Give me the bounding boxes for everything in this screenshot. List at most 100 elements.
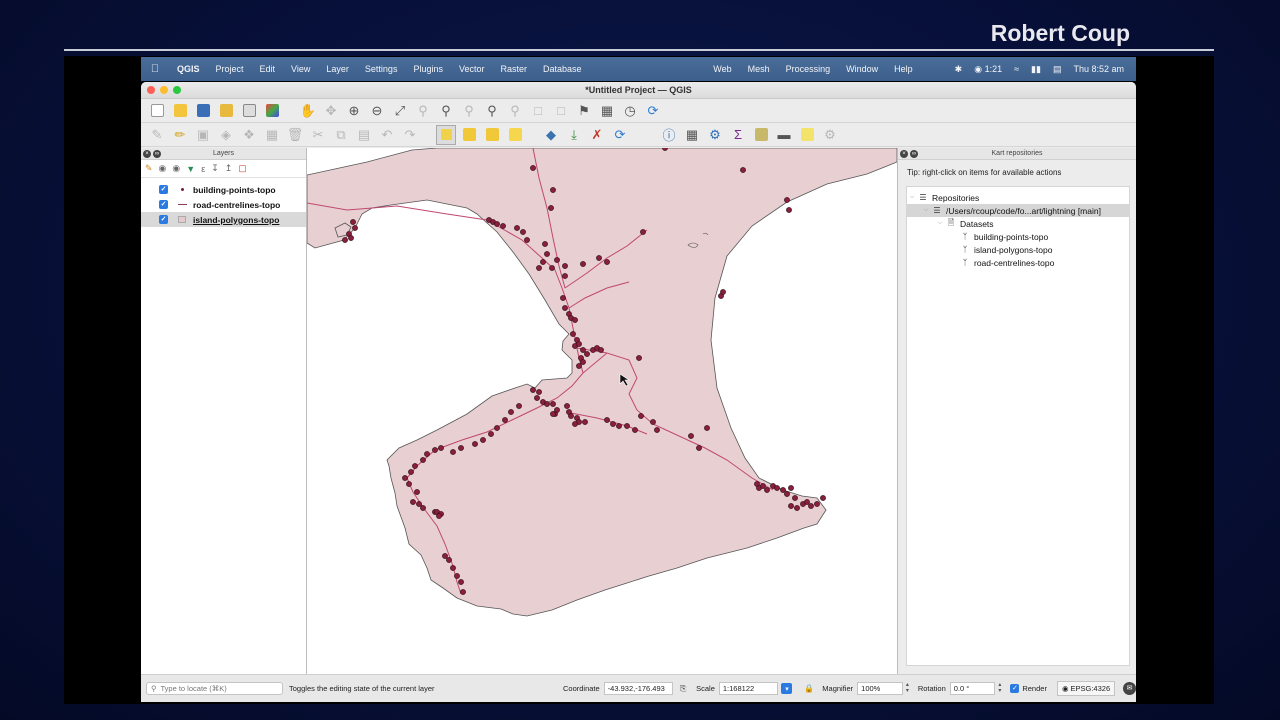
processing-toolbox-icon[interactable]: ⚙ bbox=[705, 125, 725, 145]
menu-layer[interactable]: Layer bbox=[318, 64, 357, 74]
add-group-icon[interactable]: ◉ bbox=[159, 163, 167, 174]
copy-features-icon[interactable]: ⧉ bbox=[331, 125, 351, 145]
expand-all-icon[interactable]: ↧ bbox=[211, 163, 219, 174]
tree-repo-item[interactable]: ⌵ ☰ /Users/rcoup/code/fo...art/lightning… bbox=[907, 204, 1129, 217]
undo-icon[interactable]: ↶ bbox=[377, 125, 397, 145]
cut-features-icon[interactable]: ✂ bbox=[308, 125, 328, 145]
measure-icon[interactable]: ▬ bbox=[774, 125, 794, 145]
zoom-out-icon[interactable]: ⊖ bbox=[367, 101, 387, 121]
zoom-native-icon[interactable]: ⚲ bbox=[459, 101, 479, 121]
kart-icon[interactable]: ✗ bbox=[587, 125, 607, 145]
remove-layer-icon[interactable]: ▢ bbox=[238, 163, 247, 174]
save-as-icon[interactable] bbox=[216, 101, 236, 121]
close-icon[interactable]: × bbox=[900, 150, 908, 158]
new-3d-view-icon[interactable]: □ bbox=[551, 101, 571, 121]
tree-dataset-item[interactable]: ᛉ building-points-topo bbox=[907, 230, 1129, 243]
layer-item-building-points[interactable]: ✓ building-points-topo bbox=[141, 182, 306, 197]
sync-icon[interactable]: ⟳ bbox=[610, 125, 630, 145]
identify-icon[interactable]: ⓘ bbox=[659, 125, 679, 145]
vertex-tool-icon[interactable]: ❖ bbox=[239, 125, 259, 145]
zoom-in-icon[interactable]: ⊕ bbox=[344, 101, 364, 121]
current-edits-icon[interactable]: ✎ bbox=[147, 125, 167, 145]
pan-to-selection-icon[interactable]: ✥ bbox=[321, 101, 341, 121]
tree-dataset-item[interactable]: ᛉ island-polygons-topo bbox=[907, 243, 1129, 256]
map-tips-icon[interactable] bbox=[751, 125, 771, 145]
menu-settings[interactable]: Settings bbox=[357, 64, 406, 74]
rotation-field[interactable]: 0.0 ° bbox=[949, 682, 996, 695]
menu-view[interactable]: View bbox=[283, 64, 318, 74]
magnifier-field[interactable]: 100% bbox=[857, 682, 903, 695]
menubar-clock[interactable]: Thu 8:52 am bbox=[1067, 64, 1130, 74]
menu-project[interactable]: Project bbox=[208, 64, 252, 74]
tree-root-repositories[interactable]: ⌵ ☰ Repositories bbox=[907, 191, 1129, 204]
layer-visibility-checkbox[interactable]: ✓ bbox=[159, 215, 168, 224]
chevron-down-icon[interactable]: ⌵ bbox=[907, 194, 917, 201]
statistics-icon[interactable]: Σ bbox=[728, 125, 748, 145]
menu-mesh[interactable]: Mesh bbox=[740, 64, 778, 74]
refresh-icon[interactable]: ⟳ bbox=[643, 101, 663, 121]
layer-item-island-polygons[interactable]: ✓ island-polygons-topo bbox=[141, 212, 306, 227]
deselect-all-icon[interactable] bbox=[505, 125, 525, 145]
app-menu[interactable]: QGIS bbox=[169, 64, 208, 74]
annotation-icon[interactable] bbox=[797, 125, 817, 145]
show-bookmarks-icon[interactable]: ▦ bbox=[597, 101, 617, 121]
messages-icon[interactable]: ✉ bbox=[1123, 682, 1136, 695]
locator-search-input[interactable]: ⚲ Type to locate (⌘K) bbox=[146, 682, 284, 695]
style-icon[interactable]: ✎ bbox=[145, 163, 153, 174]
python-console-icon[interactable]: ◆ bbox=[541, 125, 561, 145]
menu-help[interactable]: Help bbox=[886, 64, 921, 74]
map-svg[interactable] bbox=[307, 148, 897, 674]
control-center-icon[interactable]: ▤ bbox=[1047, 64, 1068, 75]
menu-plugins[interactable]: Plugins bbox=[405, 64, 451, 74]
layer-visibility-checkbox[interactable]: ✓ bbox=[159, 185, 168, 194]
apple-icon[interactable]:  bbox=[141, 63, 169, 75]
menu-database[interactable]: Database bbox=[535, 64, 590, 74]
paste-features-icon[interactable]: ▤ bbox=[354, 125, 374, 145]
tree-datasets-folder[interactable]: ⌵ 🗎 Datasets bbox=[907, 217, 1129, 230]
screen-recording-status[interactable]: ◉ 1:21 bbox=[968, 64, 1008, 75]
save-edits-icon[interactable]: ▣ bbox=[193, 125, 213, 145]
menu-processing[interactable]: Processing bbox=[778, 64, 839, 74]
layer-visibility-checkbox[interactable]: ✓ bbox=[159, 200, 168, 209]
filter-expression-icon[interactable]: ε bbox=[201, 164, 205, 174]
zoom-last-icon[interactable]: ⚲ bbox=[482, 101, 502, 121]
crs-button[interactable]: ◉ EPSG:4326 bbox=[1056, 681, 1116, 696]
zoom-next-icon[interactable]: ⚲ bbox=[505, 101, 525, 121]
rotation-stepper[interactable]: ▴ ▾ bbox=[995, 682, 1004, 695]
menu-window[interactable]: Window bbox=[838, 64, 886, 74]
manage-visibility-icon[interactable]: ◉ bbox=[172, 163, 180, 174]
toggle-editing-icon[interactable]: ✏ bbox=[170, 125, 190, 145]
zoom-selection-icon[interactable]: ⚲ bbox=[413, 101, 433, 121]
pan-hand-icon[interactable]: ✋ bbox=[298, 101, 318, 121]
coordinate-field[interactable]: -43.932,-176.493 bbox=[603, 682, 674, 695]
chevron-down-icon[interactable]: ⌵ bbox=[921, 207, 931, 214]
menu-vector[interactable]: Vector bbox=[451, 64, 493, 74]
plugin-tool-icon[interactable]: ⚙ bbox=[820, 125, 840, 145]
print-layout-icon[interactable] bbox=[239, 101, 259, 121]
temporal-controller-icon[interactable]: ◷ bbox=[620, 101, 640, 121]
menu-web[interactable]: Web bbox=[705, 64, 739, 74]
zoom-full-icon[interactable]: ⤢ bbox=[390, 101, 410, 121]
new-project-icon[interactable] bbox=[147, 101, 167, 121]
filter-icon[interactable]: ▼ bbox=[186, 164, 195, 174]
float-icon[interactable]: ∞ bbox=[910, 150, 918, 158]
wifi-icon[interactable]: ≈ bbox=[1008, 64, 1025, 74]
float-icon[interactable]: ∞ bbox=[153, 150, 161, 158]
new-map-view-icon[interactable]: □ bbox=[528, 101, 548, 121]
style-manager-icon[interactable] bbox=[262, 101, 282, 121]
save-project-icon[interactable] bbox=[193, 101, 213, 121]
toggle-extents-icon[interactable]: ⎘ bbox=[676, 682, 690, 696]
modify-attributes-icon[interactable]: ▦ bbox=[262, 125, 282, 145]
delete-selected-icon[interactable]: 🗑 bbox=[285, 125, 305, 145]
redo-icon[interactable]: ↷ bbox=[400, 125, 420, 145]
attribute-table-icon[interactable] bbox=[459, 125, 479, 145]
bookmark-icon[interactable]: ⚑ bbox=[574, 101, 594, 121]
chevron-down-icon[interactable]: ⌵ bbox=[935, 220, 945, 227]
open-attribute-table-icon[interactable]: ▦ bbox=[682, 125, 702, 145]
menu-raster[interactable]: Raster bbox=[493, 64, 536, 74]
scale-field[interactable]: 1:168122 bbox=[718, 682, 779, 695]
scale-dropdown-button[interactable]: ▾ bbox=[781, 683, 793, 694]
add-feature-icon[interactable]: ◈ bbox=[216, 125, 236, 145]
open-project-icon[interactable] bbox=[170, 101, 190, 121]
menu-edit[interactable]: Edit bbox=[252, 64, 284, 74]
